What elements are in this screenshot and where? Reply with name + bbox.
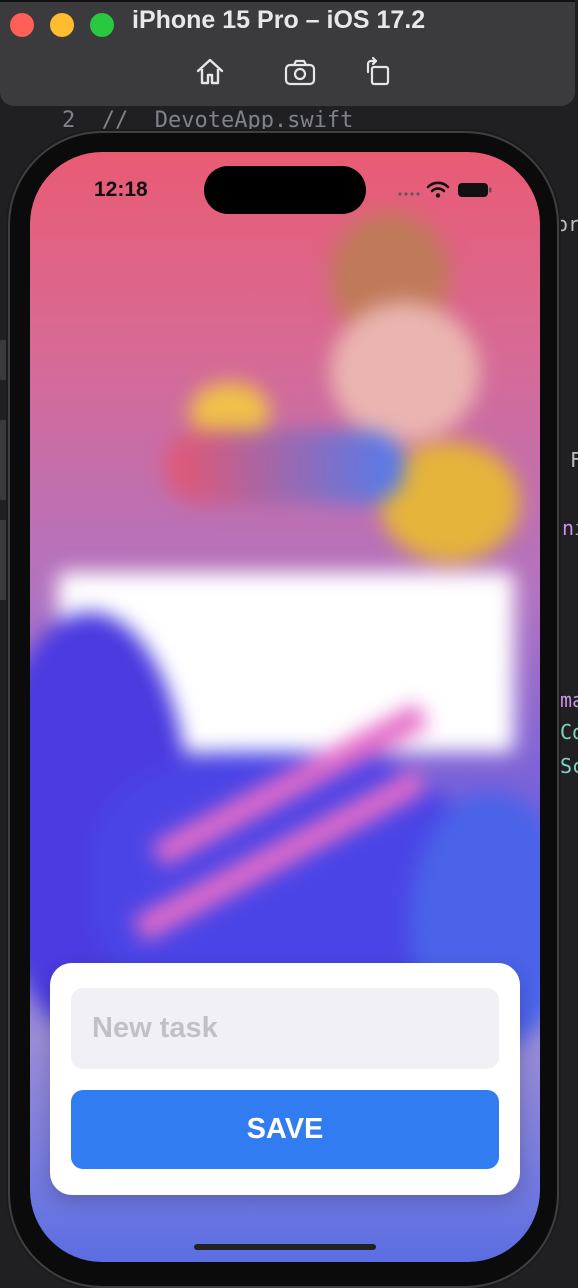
home-icon[interactable] xyxy=(194,56,226,88)
window-title: iPhone 15 Pro – iOS 17.2 xyxy=(132,6,426,34)
minimize-window-button[interactable] xyxy=(50,13,74,37)
editor-gutter-mark xyxy=(0,420,8,500)
code-fragment: F xyxy=(570,448,578,472)
line-text: // DevoteApp.swift xyxy=(101,108,354,133)
screenshot-icon[interactable] xyxy=(283,56,316,88)
simulator-stage: 2 // DevoteApp.swift or F ni ma Co Sc iP… xyxy=(0,0,578,1288)
battery-icon xyxy=(458,183,492,197)
rotate-icon[interactable] xyxy=(362,56,394,88)
close-window-button[interactable] xyxy=(10,13,34,37)
save-button[interactable]: SAVE xyxy=(71,1090,499,1169)
signal-icon xyxy=(398,192,420,196)
editor-line: 2 // DevoteApp.swift xyxy=(62,108,353,133)
status-time: 12:18 xyxy=(94,178,148,201)
code-fragment: Co xyxy=(560,720,578,744)
iphone-screen: 12:18 New task SAVE xyxy=(30,152,540,1262)
line-number: 2 xyxy=(62,108,76,133)
editor-gutter-mark xyxy=(0,520,8,600)
new-task-input[interactable] xyxy=(71,988,499,1069)
simulator-titlebar: iPhone 15 Pro – iOS 17.2 xyxy=(0,0,575,106)
blurred-shape xyxy=(165,430,405,504)
blurred-shape xyxy=(330,302,480,442)
code-fragment: ma xyxy=(560,688,578,712)
code-fragment: ni xyxy=(562,516,578,540)
status-icons xyxy=(396,180,496,200)
zoom-window-button[interactable] xyxy=(90,13,114,37)
wifi-icon xyxy=(426,181,450,198)
new-task-sheet: SAVE xyxy=(50,963,520,1195)
editor-gutter-mark xyxy=(0,340,8,380)
code-fragment: Sc xyxy=(560,754,578,778)
dynamic-island xyxy=(204,166,366,214)
code-fragment: or xyxy=(556,212,578,236)
home-indicator[interactable] xyxy=(194,1244,376,1250)
